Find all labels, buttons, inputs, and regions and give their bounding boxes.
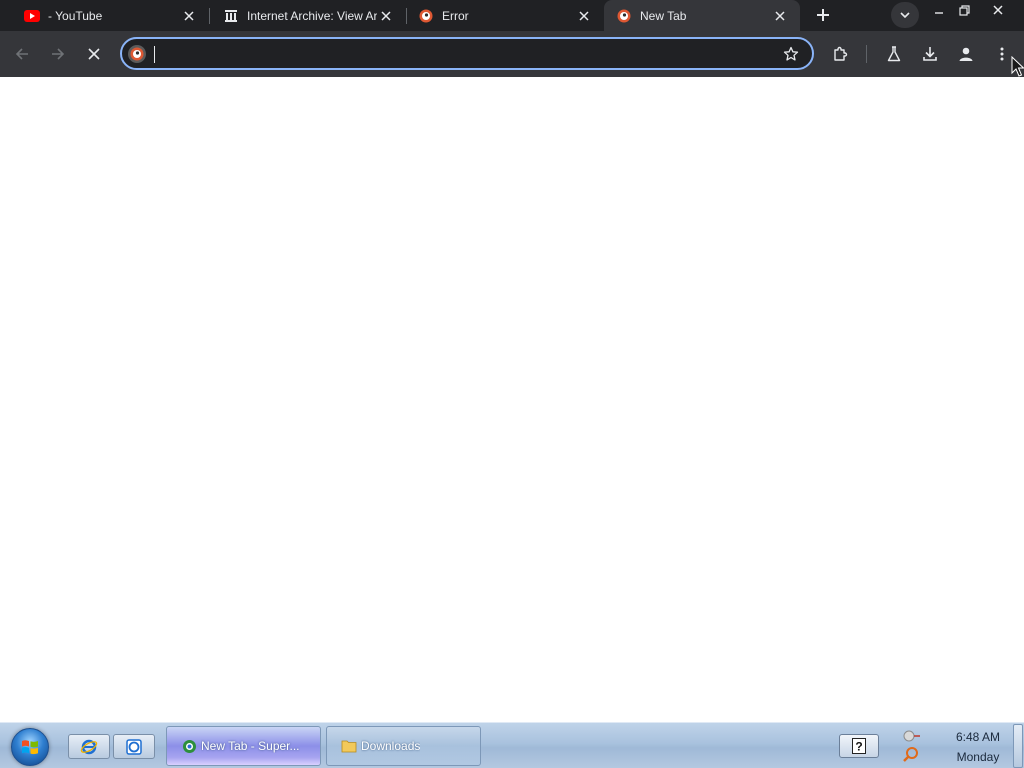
tab-internet-archive[interactable]: Internet Archive: View Ar <box>199 0 406 31</box>
labs-button[interactable] <box>880 40 908 68</box>
network-icon[interactable] <box>903 729 921 743</box>
back-button[interactable] <box>8 40 36 68</box>
tab-title: Error <box>442 8 469 23</box>
plus-icon <box>817 9 829 21</box>
address-bar[interactable] <box>120 37 814 70</box>
minimize-icon <box>935 12 943 14</box>
help-icon: ? <box>852 738 866 754</box>
new-tab-button[interactable] <box>811 3 835 27</box>
browser-icon <box>181 738 197 754</box>
duckduckgo-icon <box>616 8 632 24</box>
download-icon <box>923 47 937 61</box>
tab-youtube[interactable]: - YouTube <box>0 0 209 31</box>
avatar-icon <box>959 47 973 61</box>
tab-strip: - YouTube Internet Archive: View Ar Erro… <box>0 0 1024 31</box>
mouse-cursor-icon <box>1011 56 1024 77</box>
show-desktop-button[interactable] <box>1013 724 1023 768</box>
start-button[interactable] <box>11 728 49 766</box>
internet-explorer-icon <box>80 739 98 754</box>
arrow-left-icon <box>15 48 28 60</box>
clock-time: 6:48 AM <box>955 730 1001 744</box>
close-window-button[interactable] <box>987 2 1009 18</box>
taskbar-item-downloads[interactable]: Downloads <box>326 726 481 766</box>
arrow-right-icon <box>52 48 65 60</box>
flask-icon <box>887 46 901 62</box>
puzzle-icon <box>834 46 848 61</box>
address-input[interactable] <box>152 43 752 65</box>
taskbar-item-label: Downloads <box>361 739 421 753</box>
close-icon[interactable] <box>181 8 197 24</box>
duckduckgo-icon <box>418 8 434 24</box>
taskbar: New Tab - Super... Downloads ? 6:48 AM M… <box>0 722 1024 768</box>
svg-text:?: ? <box>855 740 862 754</box>
help-button[interactable]: ? <box>839 734 879 758</box>
restore-button[interactable] <box>953 2 975 18</box>
browser-icon <box>126 738 142 755</box>
taskbar-item-browser[interactable]: New Tab - Super... <box>166 726 321 766</box>
browser-toolbar <box>0 31 1024 77</box>
page-content <box>0 77 1024 722</box>
downloads-button[interactable] <box>916 40 944 68</box>
toolbar-separator <box>866 45 867 63</box>
tab-title: New Tab <box>640 8 687 23</box>
forward-button[interactable] <box>44 40 72 68</box>
youtube-icon <box>24 8 40 24</box>
taskbar-item-label: New Tab - Super... <box>201 739 300 753</box>
search-tray-icon[interactable] <box>902 746 920 764</box>
system-tray <box>899 727 943 765</box>
restore-icon <box>958 4 970 16</box>
tab-title: - YouTube <box>48 8 103 23</box>
more-vert-icon <box>1000 47 1004 61</box>
archive-icon <box>223 8 239 24</box>
profile-button[interactable] <box>952 40 980 68</box>
star-icon <box>783 46 799 61</box>
folder-icon <box>341 738 357 754</box>
close-icon[interactable] <box>576 8 592 24</box>
chevron-down-icon <box>900 12 910 18</box>
stop-button[interactable] <box>80 40 108 68</box>
duckduckgo-icon <box>128 45 146 63</box>
extensions-button[interactable] <box>826 40 854 68</box>
system-clock[interactable]: 6:48 AM Monday <box>950 727 1006 767</box>
quicklaunch-browser[interactable] <box>113 734 155 759</box>
close-icon <box>993 5 1003 15</box>
tab-title: Internet Archive: View Ar <box>247 8 377 23</box>
close-icon <box>88 48 100 60</box>
tab-search-button[interactable] <box>891 2 919 28</box>
tab-new-tab[interactable]: New Tab <box>604 0 800 31</box>
close-icon[interactable] <box>772 8 788 24</box>
text-caret <box>154 46 155 63</box>
clock-day: Monday <box>956 750 1000 764</box>
tab-error[interactable]: Error <box>394 0 604 31</box>
minimize-button[interactable] <box>928 2 950 18</box>
windows-logo-icon <box>22 740 38 755</box>
quicklaunch-internet-explorer[interactable] <box>68 734 110 759</box>
bookmark-star-button[interactable] <box>780 43 802 65</box>
close-icon[interactable] <box>378 8 394 24</box>
